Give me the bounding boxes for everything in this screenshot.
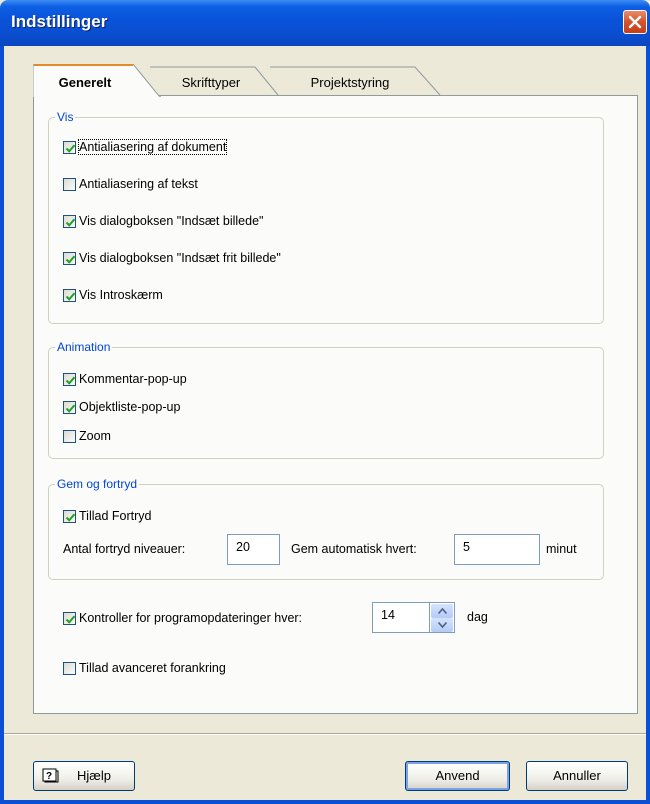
group-vis-legend: Vis <box>55 110 76 124</box>
checkbox-label: Vis Introskærm <box>79 288 163 302</box>
tab-skrifttyper-label: Skrifttyper <box>181 75 241 90</box>
window-frame-left <box>0 46 4 804</box>
checkbox-box[interactable] <box>63 288 76 302</box>
checkbox-box[interactable] <box>63 214 76 228</box>
checkbox-label: Vis dialogboksen "Indsæt billede" <box>79 214 264 228</box>
checkbox-label: Zoom <box>79 429 111 443</box>
undo-levels-label: Antal fortryd niveauer: <box>63 542 186 556</box>
checkbox-box[interactable] <box>63 509 76 523</box>
checkbox-antialias-document[interactable]: Antialiasering af dokument <box>63 138 228 156</box>
help-button-label: Hjælp <box>77 768 111 783</box>
tab-skrifttyper[interactable]: Skrifttyper <box>150 66 280 96</box>
checkbox-label: Kommentar-pop-up <box>79 372 187 386</box>
undo-levels-input[interactable]: 20 <box>227 534 280 565</box>
checkmark-icon <box>65 513 76 522</box>
update-interval-unit: dag <box>467 610 488 624</box>
checkbox-show-intro-screen[interactable]: Vis Introskærm <box>63 286 163 304</box>
close-button[interactable] <box>623 10 647 34</box>
checkbox-label: Kontroller for programopdateringer hver: <box>79 611 303 625</box>
checkbox-label: Tillad avanceret forankring <box>79 661 226 675</box>
window-frame-right <box>646 46 650 804</box>
checkbox-label: Vis dialogboksen "Indsæt frit billede" <box>79 251 281 265</box>
checkbox-box[interactable] <box>63 400 76 414</box>
checkbox-object-list-popup[interactable]: Objektliste-pop-up <box>63 398 180 416</box>
group-animation-legend: Animation <box>55 340 113 354</box>
tab-generelt-label: Generelt <box>58 75 112 90</box>
title-bar: Indstillinger <box>0 0 650 46</box>
cancel-button[interactable]: Annuller <box>526 761 628 791</box>
footer-separator <box>4 733 646 734</box>
checkbox-box[interactable] <box>63 661 76 675</box>
window-title: Indstillinger <box>11 12 108 31</box>
window-frame-bottom <box>0 800 650 804</box>
checkbox-box[interactable] <box>63 177 76 191</box>
checkmark-icon <box>65 144 76 153</box>
apply-button[interactable]: Anvend <box>405 761 510 791</box>
spin-down-button[interactable] <box>431 618 453 632</box>
checkbox-zoom[interactable]: Zoom <box>63 427 111 445</box>
checkbox-show-insert-image-dialog[interactable]: Vis dialogboksen "Indsæt billede" <box>63 212 263 230</box>
checkbox-antialias-text[interactable]: Antialiasering af tekst <box>63 175 198 193</box>
checkbox-label: Antialiasering af tekst <box>79 177 198 191</box>
autosave-label: Gem automatisk hvert: <box>291 542 417 556</box>
tab-projektstyring[interactable]: Projektstyring <box>270 66 442 96</box>
checkbox-label: Objektliste-pop-up <box>79 400 181 414</box>
arrow-down-icon <box>438 622 447 628</box>
checkmark-icon <box>65 218 76 227</box>
group-save-undo-legend: Gem og fortryd <box>55 477 140 491</box>
autosave-unit: minut <box>546 542 577 556</box>
close-icon <box>628 15 642 29</box>
checkbox-box[interactable] <box>63 429 76 443</box>
tab-generelt[interactable]: Generelt <box>33 64 161 97</box>
arrow-up-icon <box>438 608 447 614</box>
cancel-button-label: Annuller <box>553 768 601 783</box>
autosave-interval-input[interactable]: 5 <box>454 534 540 565</box>
checkbox-box[interactable] <box>63 372 76 386</box>
checkbox-label: Antialiasering af dokument <box>77 139 228 155</box>
checkmark-icon <box>65 255 76 264</box>
checkbox-box[interactable] <box>63 140 76 154</box>
help-button[interactable]: ? Hjælp <box>33 761 135 791</box>
spin-up-button[interactable] <box>431 604 453 618</box>
checkmark-icon <box>65 615 76 624</box>
checkbox-allow-undo[interactable]: Tillad Fortryd <box>63 507 151 525</box>
checkbox-box[interactable] <box>63 251 76 265</box>
checkmark-icon <box>65 292 76 301</box>
checkbox-comment-popup[interactable]: Kommentar-pop-up <box>63 370 187 388</box>
apply-button-label: Anvend <box>435 768 480 783</box>
update-interval-input[interactable]: 14 <box>372 602 430 633</box>
checkmark-icon <box>65 376 76 385</box>
update-interval-spinner[interactable] <box>430 602 455 633</box>
checkbox-box[interactable] <box>63 611 76 625</box>
checkmark-icon <box>65 404 76 413</box>
svg-text:?: ? <box>46 771 52 782</box>
checkbox-advanced-docking[interactable]: Tillad avanceret forankring <box>63 659 226 677</box>
checkbox-show-insert-free-image-dialog[interactable]: Vis dialogboksen "Indsæt frit billede" <box>63 249 281 267</box>
group-save-undo: Gem og fortryd <box>48 477 604 580</box>
tab-projektstyring-label: Projektstyring <box>310 75 390 90</box>
checkbox-label: Tillad Fortryd <box>79 509 152 523</box>
checkbox-check-updates[interactable]: Kontroller for programopdateringer hver: <box>63 609 302 627</box>
help-book-icon: ? <box>42 768 59 783</box>
